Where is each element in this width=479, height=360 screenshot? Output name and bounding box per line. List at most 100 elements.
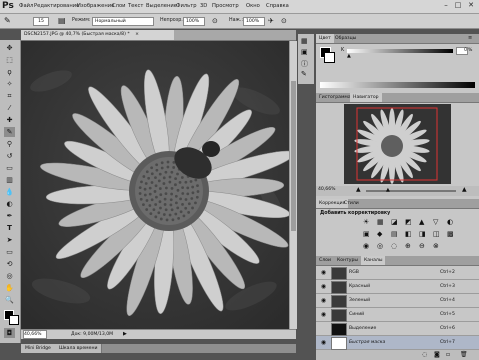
adjustment-icon[interactable]: ▩	[447, 230, 454, 238]
dodge-tool-icon[interactable]: ◐	[4, 199, 15, 209]
adjustment-icon[interactable]: ◐	[447, 218, 453, 226]
adjustment-icon[interactable]: ◫	[433, 230, 440, 238]
close-button[interactable]: ✕	[466, 1, 476, 10]
menu-layers[interactable]: Слои	[112, 3, 125, 9]
zoom-out-icon[interactable]: ▲	[356, 186, 361, 193]
save-selection-icon[interactable]: ◙	[434, 351, 440, 358]
adjustment-icon[interactable]: ◆	[377, 230, 382, 238]
canvas-area[interactable]	[21, 41, 295, 329]
visibility-eye-icon[interactable]: ◉	[319, 338, 328, 347]
hand-tool-icon[interactable]: ✋	[4, 283, 15, 293]
tab-close-icon[interactable]: ×	[135, 32, 139, 37]
shape-tool-icon[interactable]: ▭	[4, 247, 15, 257]
menu-select[interactable]: Выделение	[146, 3, 177, 9]
pressure-opacity-icon[interactable]: ⊙	[212, 17, 218, 25]
tab-layers[interactable]: Слои	[316, 256, 334, 265]
lasso-tool-icon[interactable]: ϙ	[4, 67, 15, 77]
document-image[interactable]	[21, 41, 295, 329]
document-tab[interactable]: DSCN2157.JPG @ 40,7% (Быстрая маска/8) *…	[21, 30, 174, 40]
pressure-size-icon[interactable]: ⊙	[281, 17, 287, 25]
k-channel-slider[interactable]	[347, 49, 453, 53]
blur-tool-icon[interactable]: 💧	[4, 187, 15, 197]
3d-camera-tool-icon[interactable]: ◎	[4, 271, 15, 281]
brush-size-picker[interactable]: 15	[33, 17, 49, 26]
brush-tool-icon[interactable]: ✎	[4, 16, 11, 25]
airbrush-icon[interactable]: ✈	[268, 17, 274, 25]
type-tool-icon[interactable]: T	[4, 223, 15, 233]
adjustment-icon[interactable]: ⊖	[419, 242, 425, 250]
minimize-button[interactable]: –	[441, 1, 451, 10]
quick-mask-icon[interactable]: ◘	[4, 328, 15, 338]
gradient-tool-icon[interactable]: ▥	[4, 175, 15, 185]
info-panel-icon[interactable]: ⓘ	[301, 59, 308, 69]
adjustment-icon[interactable]: ◩	[405, 218, 412, 226]
move-tool-icon[interactable]: ✥	[4, 43, 15, 53]
path-select-tool-icon[interactable]: ➤	[4, 235, 15, 245]
menu-window[interactable]: Окно	[246, 3, 260, 9]
zoom-tool-icon[interactable]: 🔍	[4, 295, 15, 305]
brush-presets-icon[interactable]: ✎	[301, 70, 307, 78]
adjustment-icon[interactable]: ▽	[433, 218, 438, 226]
opacity-input[interactable]: 100%	[183, 17, 205, 26]
adjustment-icon[interactable]: ▣	[363, 230, 370, 238]
tab-paths[interactable]: Контуры	[334, 256, 361, 265]
background-color-swatch[interactable]	[9, 315, 19, 325]
3d-rotate-tool-icon[interactable]: ⟲	[4, 259, 15, 269]
zoom-field[interactable]: 40,66%	[23, 330, 47, 339]
zoom-slider-handle[interactable]: ▲	[386, 187, 390, 193]
history-brush-tool-icon[interactable]: ↺	[4, 151, 15, 161]
properties-panel-icon[interactable]: ▣	[301, 48, 308, 56]
adjustment-icon[interactable]: ◨	[419, 230, 426, 238]
vertical-scrollbar[interactable]	[289, 41, 297, 329]
brush-tool-icon[interactable]: ✎	[4, 127, 15, 137]
visibility-eye-icon[interactable]: ◉	[319, 282, 328, 291]
visibility-eye-icon[interactable]	[319, 324, 328, 333]
channel-row-green[interactable]: ◉ Зеленый Ctrl+4	[316, 294, 479, 308]
channel-row-rgb[interactable]: ◉ RGB Ctrl+2	[316, 266, 479, 280]
healing-tool-icon[interactable]: ✚	[4, 115, 15, 125]
visibility-eye-icon[interactable]: ◉	[319, 310, 328, 319]
color-bg-swatch[interactable]	[324, 52, 335, 63]
color-ramp[interactable]	[320, 82, 475, 88]
adjustment-icon[interactable]: ◉	[363, 242, 369, 250]
pen-tool-icon[interactable]: ✒	[4, 211, 15, 221]
adjustment-icon[interactable]: ◪	[391, 218, 398, 226]
slider-handle-icon[interactable]: ▲	[347, 53, 351, 59]
menu-file[interactable]: Файл	[19, 3, 33, 9]
menu-filter[interactable]: Фильтр	[176, 3, 197, 9]
eyedropper-tool-icon[interactable]: ⁄	[4, 103, 15, 113]
eraser-tool-icon[interactable]: ▭	[4, 163, 15, 173]
zoom-in-icon[interactable]: ▲	[462, 186, 467, 193]
quick-select-tool-icon[interactable]: ✧	[4, 79, 15, 89]
load-selection-icon[interactable]: ◌	[422, 351, 427, 358]
new-channel-icon[interactable]: ▫	[446, 351, 450, 358]
channel-row-quick-mask[interactable]: ◉ Быстрая маска Ctrl+7	[316, 336, 479, 350]
adjustment-icon[interactable]: ▲	[419, 218, 424, 226]
clone-stamp-tool-icon[interactable]: ⚲	[4, 139, 15, 149]
adjustment-icon[interactable]: ⊗	[433, 242, 439, 250]
menu-edit[interactable]: Редактирование	[34, 3, 79, 9]
adjustment-icon[interactable]: ▦	[377, 218, 384, 226]
navigator-zoom-slider[interactable]	[366, 190, 456, 192]
flow-input[interactable]: 100%	[243, 17, 265, 26]
k-channel-input[interactable]: 0	[456, 47, 468, 55]
tab-histogram[interactable]: Гистограмма	[316, 93, 354, 102]
crop-tool-icon[interactable]: ⌗	[4, 91, 15, 101]
visibility-eye-icon[interactable]: ◉	[319, 296, 328, 305]
adjustment-icon[interactable]: ⊕	[405, 242, 411, 250]
tab-timeline[interactable]: Шкала времени	[55, 344, 103, 353]
trash-icon[interactable]: 🗑	[460, 351, 468, 358]
channel-row-blue[interactable]: ◉ Синий Ctrl+5	[316, 308, 479, 322]
maximize-button[interactable]: □	[453, 1, 463, 10]
menu-view[interactable]: Просмотр	[212, 3, 239, 9]
navigator-preview[interactable]	[344, 104, 451, 184]
visibility-eye-icon[interactable]: ◉	[319, 268, 328, 277]
adjustment-icon[interactable]: ◎	[377, 242, 383, 250]
panel-menu-icon[interactable]: ≡	[468, 34, 472, 43]
brush-panel-icon[interactable]: ▤	[58, 16, 66, 25]
history-panel-icon[interactable]: ▦	[301, 37, 308, 45]
marquee-tool-icon[interactable]: ⬚	[4, 55, 15, 65]
tab-styles[interactable]: Стили	[341, 199, 362, 208]
adjustment-icon[interactable]: ▤	[391, 230, 398, 238]
tab-mini-bridge[interactable]: Mini Bridge	[21, 344, 56, 353]
